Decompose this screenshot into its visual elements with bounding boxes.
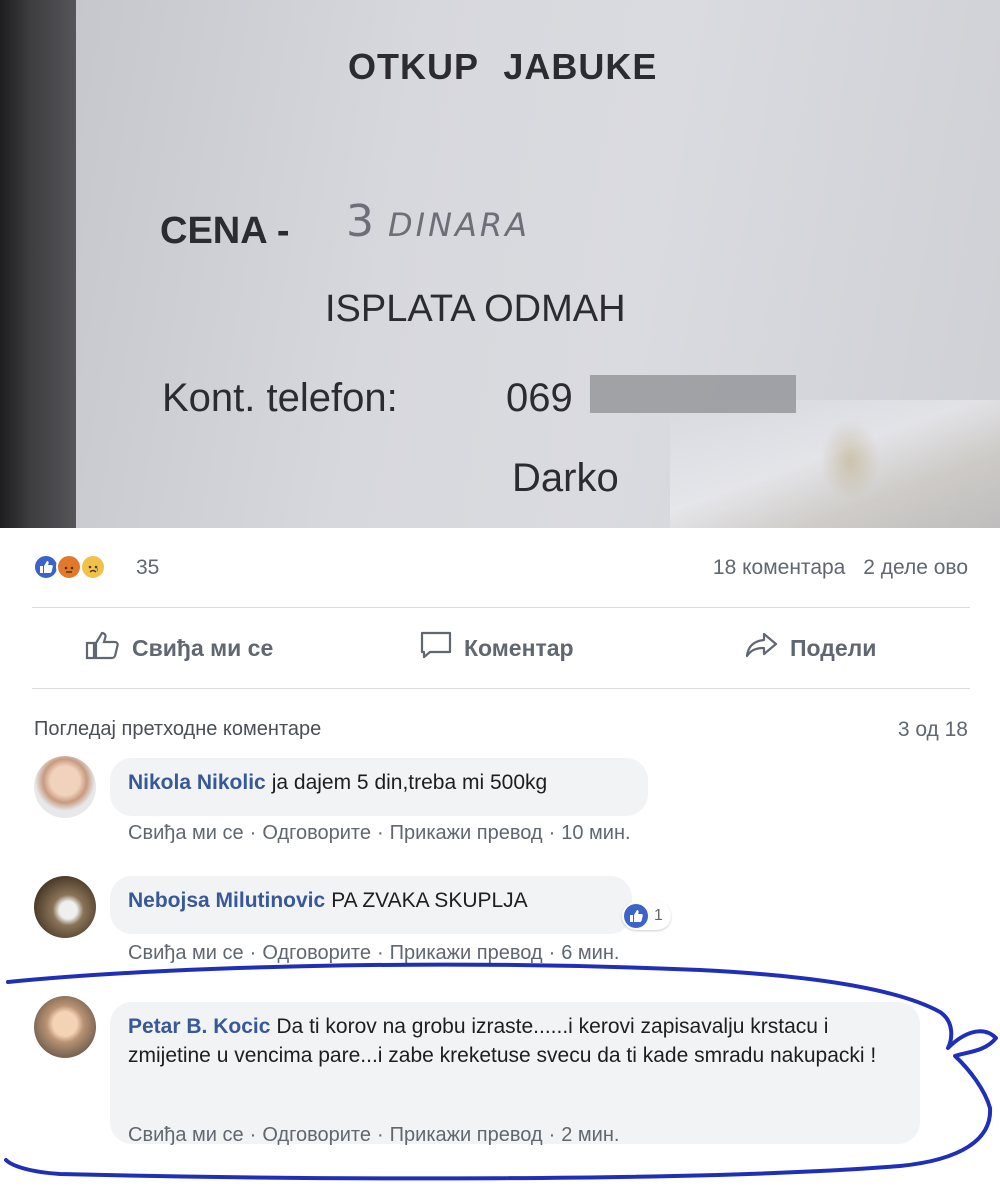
sad-icon[interactable] bbox=[80, 554, 106, 580]
comment-button[interactable]: Коментар bbox=[418, 628, 574, 668]
view-previous-comments-link[interactable]: Погледај претходне коментаре bbox=[34, 718, 321, 741]
comment-like-count: 1 bbox=[654, 907, 663, 924]
shares-count-link[interactable]: 2 деле ово bbox=[863, 556, 968, 579]
comment-timestamp[interactable]: 10 мин. bbox=[561, 822, 630, 844]
separator-dot: · bbox=[249, 822, 257, 844]
comment-bubble: Nikola Nikolic ja dajem 5 din,treba mi 50… bbox=[110, 758, 648, 816]
share-button-label: Подели bbox=[790, 634, 877, 661]
comment-button-label: Коментар bbox=[464, 634, 574, 661]
photo-shadow bbox=[0, 0, 76, 528]
comment-translate-link[interactable]: Прикажи превод bbox=[390, 822, 543, 844]
sign-price-number: 3 bbox=[346, 196, 374, 247]
comments-count-link[interactable]: 18 коментара bbox=[713, 556, 845, 579]
speech-bubble-icon bbox=[418, 630, 464, 666]
sign-price-currency: DINARA bbox=[388, 206, 531, 244]
comment-actions: Свиђа ми се · Одговорите · Прикажи превод · 2 … bbox=[128, 1124, 619, 1147]
separator-dot: · bbox=[548, 822, 556, 844]
separator-dot: · bbox=[376, 1124, 384, 1146]
reactions-count[interactable]: 35 bbox=[136, 556, 159, 580]
comment-bubble: Nebojsa Milutinovic PA ZVAKA SKUPLJA bbox=[110, 876, 632, 934]
comment-like-link[interactable]: Свиђа ми се bbox=[128, 822, 244, 844]
comment-translate-link[interactable]: Прикажи превод bbox=[390, 1124, 543, 1146]
separator-dot: · bbox=[376, 942, 384, 964]
like-button[interactable]: Свиђа ми се bbox=[84, 628, 273, 668]
post-actions: Свиђа ми се Коментар Подели bbox=[0, 620, 1000, 676]
comment-author[interactable]: Nikola Nikolic bbox=[128, 771, 266, 794]
like-icon bbox=[624, 904, 648, 928]
like-button-label: Свиђа ми се bbox=[132, 634, 274, 661]
post-photo[interactable]: OTKUP JABUKE CENA - 3 DINARA ISPLATA ODM… bbox=[0, 0, 1000, 528]
divider bbox=[32, 607, 970, 608]
sign-price-handwritten: 3 DINARA bbox=[346, 196, 530, 247]
separator-dot: · bbox=[376, 822, 384, 844]
comment-text: ja dajem 5 din,treba mi 500kg bbox=[271, 771, 548, 794]
separator-dot: · bbox=[249, 1124, 257, 1146]
sign-price-label: CENA - bbox=[160, 210, 290, 252]
comments-counter: 3 од 18 bbox=[897, 718, 968, 741]
comment-bubble: Petar B. Kocic Da ti korov na grobu izras… bbox=[110, 1002, 920, 1144]
share-button[interactable]: Подели bbox=[744, 628, 876, 668]
angry-icon[interactable] bbox=[56, 554, 82, 580]
comment-timestamp[interactable]: 6 мин. bbox=[561, 942, 619, 964]
separator-dot: · bbox=[548, 942, 556, 964]
paper-stain bbox=[820, 420, 880, 500]
sign-phone-prefix: 069 bbox=[506, 376, 573, 420]
comment-author[interactable]: Nebojsa Milutinovic bbox=[128, 889, 325, 912]
phone-blur-censor bbox=[590, 375, 796, 413]
sign-contact-name: Darko bbox=[512, 456, 619, 500]
divider bbox=[32, 688, 970, 689]
comment-like-badge[interactable]: 1 bbox=[622, 902, 671, 930]
avatar[interactable] bbox=[34, 996, 96, 1058]
comment-like-link[interactable]: Свиђа ми се bbox=[128, 1124, 244, 1146]
comment-reply-link[interactable]: Одговорите bbox=[262, 942, 371, 964]
comment-reply-link[interactable]: Одговорите bbox=[262, 1124, 371, 1146]
separator-dot: · bbox=[548, 1124, 556, 1146]
comment-like-link[interactable]: Свиђа ми се bbox=[128, 942, 244, 964]
comment-author[interactable]: Petar B. Kocic bbox=[128, 1015, 270, 1038]
comment-translate-link[interactable]: Прикажи превод bbox=[390, 942, 543, 964]
share-arrow-icon bbox=[744, 630, 790, 666]
sign-phone-label: Kont. telefon: bbox=[162, 376, 398, 420]
post-counts: 18 коментара 2 деле ово bbox=[713, 556, 968, 580]
avatar[interactable] bbox=[34, 756, 96, 818]
avatar[interactable] bbox=[34, 876, 96, 938]
thumbs-up-icon bbox=[84, 630, 132, 666]
comment-text: PA ZVAKA SKUPLJA bbox=[331, 889, 528, 912]
comment-actions: Свиђа ми се · Одговорите · Прикажи превод · 10… bbox=[128, 822, 631, 845]
post-stats: 35 18 коментара 2 деле ово bbox=[0, 552, 1000, 586]
separator-dot: · bbox=[249, 942, 257, 964]
comment-timestamp[interactable]: 2 мин. bbox=[561, 1124, 619, 1146]
sign-payment: ISPLATA ODMAH bbox=[325, 288, 626, 330]
sign-title: OTKUP JABUKE bbox=[348, 46, 658, 87]
comment-actions: Свиђа ми се · Одговорите · Прикажи превод · 6 … bbox=[128, 942, 619, 965]
comment-reply-link[interactable]: Одговорите bbox=[262, 822, 371, 844]
